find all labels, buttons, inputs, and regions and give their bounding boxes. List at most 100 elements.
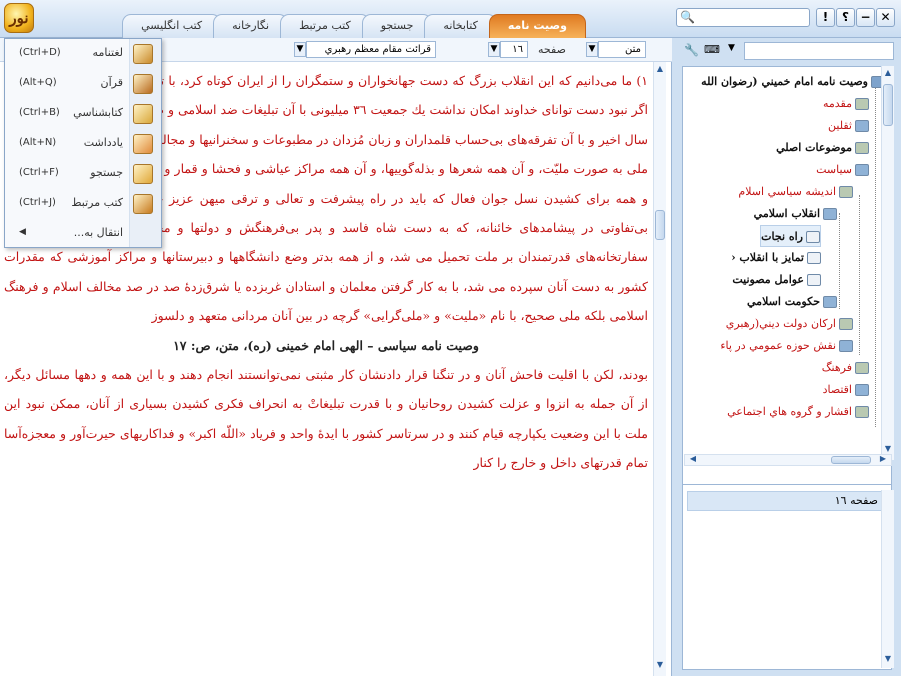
tree-node-label: انديشه سياسي اسلام <box>738 185 836 198</box>
tree-node[interactable]: انديشه سياسي اسلام <box>738 181 853 203</box>
scroll-thumb[interactable] <box>655 210 665 240</box>
view-mode-dropdown-arrow[interactable]: ▼ <box>586 42 598 57</box>
wrench-icon[interactable]: 🔧 <box>684 43 699 57</box>
reading-dropdown-arrow[interactable]: ▼ <box>294 42 306 57</box>
menu-item-shortcut: (Alt+N) <box>19 137 57 148</box>
menu-item-1[interactable]: قرآن (Alt+Q) <box>5 69 161 99</box>
page-reference: وصيت نامه سياسى – الهى امام خمينى (ره)، … <box>173 337 479 353</box>
tree-node[interactable]: اقشار و گروه هاي اجتماعي <box>727 401 869 423</box>
tree-node-label: نقش حوزه عمومي در پاء <box>720 339 836 352</box>
tree-scroll-down[interactable]: ▼ <box>882 444 894 453</box>
menu-item-label: يادداشت <box>83 136 123 149</box>
side-toolbar: 🔧 ⌨ ▼ <box>684 42 894 60</box>
tree-node-label: اقشار و گروه هاي اجتماعي <box>727 405 852 418</box>
tree-node[interactable]: وصيت نامه امام خميني (رضوان الله <box>701 71 885 93</box>
result-item[interactable]: صفحه ١٦ <box>687 491 887 511</box>
tree-node[interactable]: عوامل مصونيت <box>732 269 821 291</box>
dictionary-icon <box>133 44 153 64</box>
tree-scrollbar[interactable]: ▲ ▼ <box>881 66 894 460</box>
tree-node-label: سياست <box>816 163 852 176</box>
book-icon <box>855 164 869 176</box>
tree-node[interactable]: اقتصاد <box>823 379 869 401</box>
menu-item-label: کتابشناسي <box>73 106 123 119</box>
note-icon <box>133 134 153 154</box>
book-icon <box>823 296 837 308</box>
related-books-icon <box>133 194 153 214</box>
tree-node-label: وصيت نامه امام خميني (رضوان الله <box>701 75 868 88</box>
tree-node[interactable]: ثقلين <box>828 115 869 137</box>
tree-hscroll-thumb[interactable] <box>831 456 871 464</box>
document-icon <box>807 252 821 264</box>
book-icon <box>855 362 869 374</box>
global-search-input[interactable]: 🔍 <box>676 8 810 27</box>
title-bar: نور وصيت نامه کتابخانه جستجو کتب مرتبط نگارخ… <box>0 0 901 38</box>
tab-0[interactable]: وصيت نامه <box>488 14 586 38</box>
tree-node[interactable]: نقش حوزه عمومي در پاء <box>720 335 853 357</box>
tree-node-label: ثقلين <box>828 119 852 132</box>
help-button[interactable]: ؟ <box>836 8 855 27</box>
tree-scroll-left[interactable]: ◀ <box>687 454 699 463</box>
tree-node-label: تمايز با انقلاب ‹ <box>731 251 804 264</box>
tree-search-input[interactable] <box>744 42 894 60</box>
reading-select[interactable]: قرائت مقام معظم رهبري <box>306 41 436 58</box>
document-icon <box>806 231 820 243</box>
tree-node-label: انقلاب اسلامي <box>753 207 820 220</box>
text-paragraph: بودند، لكن با اقليت فاحش آنان و در تنگنا… <box>4 367 648 471</box>
tree-node[interactable]: سياست <box>816 159 869 181</box>
tree-node[interactable]: مقدمه <box>823 93 869 115</box>
menu-item-shortcut: (Ctrl+J) <box>19 197 56 208</box>
tree-node-label: فرهنگ <box>821 361 852 374</box>
tree-node[interactable]: راه نجات <box>760 225 821 247</box>
results-scroll-down[interactable]: ▼ <box>882 654 894 663</box>
tree-scroll-right[interactable]: ▶ <box>877 454 889 463</box>
scroll-up-arrow[interactable]: ▲ <box>654 64 666 73</box>
side-dropdown-arrow[interactable]: ▼ <box>728 43 735 53</box>
menu-item-0[interactable]: لغتنامه (Ctrl+D) <box>5 39 161 69</box>
tree-node[interactable]: اركان دولت ديني(رهبري <box>726 313 853 335</box>
page-number-input[interactable]: ١٦ <box>500 41 528 58</box>
menu-item-3[interactable]: يادداشت (Alt+N) <box>5 129 161 159</box>
context-menu: لغتنامه (Ctrl+D) قرآن (Alt+Q) کتابشناسي (Ctrl… <box>4 38 162 248</box>
tree-node-label: عوامل مصونيت <box>732 273 804 286</box>
tab-4[interactable]: نگارخانه <box>213 14 289 38</box>
view-mode-select[interactable]: متن <box>598 41 646 58</box>
book-icon <box>839 318 853 330</box>
menu-item-shortcut: (Ctrl+B) <box>19 107 60 118</box>
tree-node-label: اقتصاد <box>822 383 852 396</box>
tree-node[interactable]: حكومت اسلامي <box>747 291 837 313</box>
menu-item-label: کتب مرتبط <box>71 196 123 209</box>
minimize-button[interactable]: − <box>856 8 875 27</box>
keyboard-icon[interactable]: ⌨ <box>704 43 720 56</box>
menu-item-6[interactable]: انتقال به... ◀ <box>5 219 161 249</box>
tree-node[interactable]: تمايز با انقلاب ‹ <box>731 247 821 269</box>
tree-scroll-thumb[interactable] <box>883 84 893 126</box>
menu-item-label: لغتنامه <box>92 46 123 59</box>
results-scrollbar[interactable]: ▼ <box>881 490 894 668</box>
tab-5[interactable]: کتب انگليسي <box>122 14 222 38</box>
tab-1[interactable]: کتابخانه <box>424 14 497 38</box>
info-button[interactable]: ! <box>816 8 835 27</box>
side-panel: 🔧 ⌨ ▼ وصيت نامه امام خميني (رضوان الله مق… <box>676 38 901 676</box>
tree-node-label: حكومت اسلامي <box>747 295 820 308</box>
page-down-arrow[interactable]: ▼ <box>488 42 500 57</box>
menu-item-5[interactable]: کتب مرتبط (Ctrl+J) <box>5 189 161 219</box>
tree-node[interactable]: انقلاب اسلامي <box>754 203 837 225</box>
app-logo[interactable]: نور <box>4 3 34 33</box>
tree-node[interactable]: موضوعات اصلي <box>776 137 869 159</box>
text-scrollbar[interactable]: ▲ ▼ <box>653 62 666 676</box>
tree-hscrollbar[interactable]: ◀ ▶ <box>684 454 892 466</box>
tree-scroll-up[interactable]: ▲ <box>882 68 894 77</box>
menu-item-2[interactable]: کتابشناسي (Ctrl+B) <box>5 99 161 129</box>
close-button[interactable]: ✕ <box>876 8 895 27</box>
tree-node[interactable]: فرهنگ <box>822 357 869 379</box>
tab-3[interactable]: کتب مرتبط <box>280 14 370 38</box>
tab-2[interactable]: جستجو <box>361 14 433 38</box>
menu-item-shortcut: (Alt+Q) <box>19 77 57 88</box>
bibliography-icon <box>133 104 153 124</box>
menu-item-4[interactable]: جستجو (Ctrl+F) <box>5 159 161 189</box>
scroll-down-arrow[interactable]: ▼ <box>654 660 666 669</box>
book-icon <box>823 208 837 220</box>
toc-tree: وصيت نامه امام خميني (رضوان الله مقدمه ثقل… <box>682 66 892 502</box>
results-list: صفحه ١٦ <box>682 484 892 670</box>
tree-node-label: اركان دولت ديني(رهبري <box>725 317 836 330</box>
